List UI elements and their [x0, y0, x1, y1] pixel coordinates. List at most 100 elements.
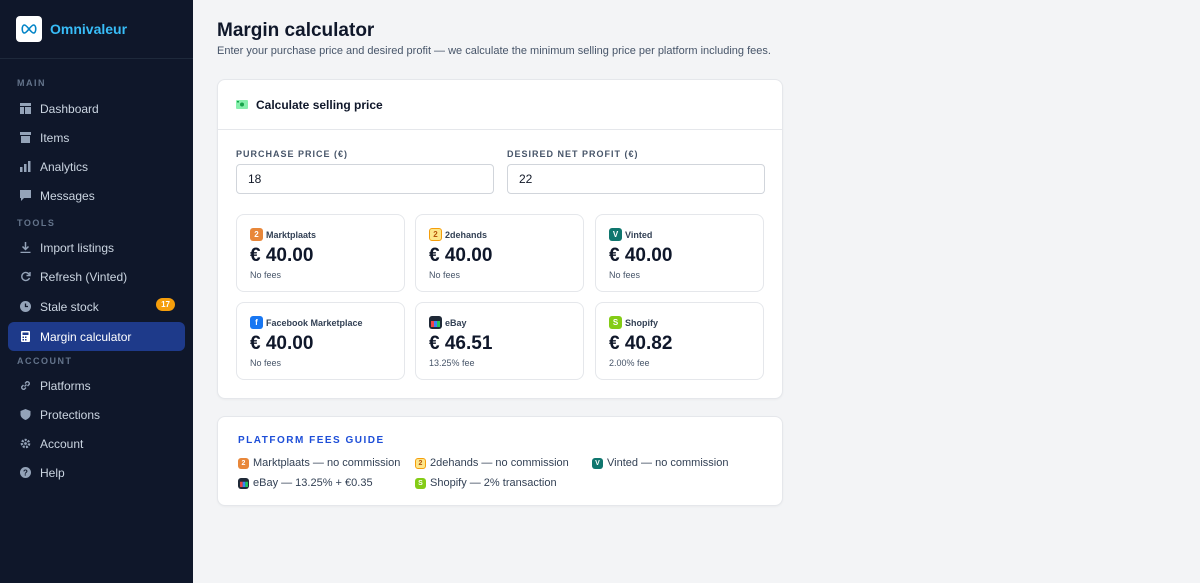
- sidebar-item-label: Protections: [40, 407, 101, 422]
- vinted-icon: V: [592, 457, 603, 469]
- guide-title: PLATFORM FEES GUIDE: [238, 435, 385, 446]
- sidebar-item-stale-stock[interactable]: Stale stock 17: [8, 291, 185, 322]
- money-icon: [236, 100, 248, 109]
- platform-price: € 40.00: [250, 245, 314, 266]
- svg-text:?: ?: [23, 469, 28, 478]
- platform-fee: No fees: [250, 270, 282, 280]
- platform-fee: No fees: [429, 270, 461, 280]
- platform-card-facebook-marketplace: f Facebook Marketplace € 40.00 No fees: [236, 302, 405, 380]
- sidebar-item-account[interactable]: Account: [8, 429, 185, 458]
- clock-icon: [19, 301, 31, 313]
- platform-card-ebay: eBay € 46.51 13.25% fee: [415, 302, 584, 380]
- platform-price: € 46.51: [429, 333, 493, 354]
- sidebar-item-protections[interactable]: Protections: [8, 400, 185, 429]
- sidebar-item-margin-calculator[interactable]: Margin calculator: [8, 322, 185, 351]
- platform-card-vinted: V Vinted € 40.00 No fees: [595, 214, 764, 292]
- purchase-price-label: PURCHASE PRICE (€): [236, 149, 349, 159]
- desired-profit-label: DESIRED NET PROFIT (€): [507, 149, 639, 159]
- sidebar-item-label: Platforms: [40, 378, 91, 393]
- guide-item-text: 2dehands — no commission: [430, 457, 569, 469]
- infinity-logo-icon: [16, 16, 42, 42]
- ebay-icon: [429, 316, 442, 329]
- vinted-icon: V: [609, 228, 622, 241]
- platform-name: Marktplaats: [266, 229, 317, 240]
- section-label-main: MAIN: [17, 78, 46, 88]
- link-icon: [19, 380, 31, 392]
- shield-icon: [19, 409, 31, 421]
- guide-item-2dehands: 2 2dehands — no commission: [415, 457, 569, 469]
- platform-fee: 13.25% fee: [429, 358, 475, 368]
- box-icon: [19, 132, 31, 144]
- sidebar-item-items[interactable]: Items: [8, 123, 185, 152]
- platform-price: € 40.00: [429, 245, 493, 266]
- platform-fees-guide-card: PLATFORM FEES GUIDE 2 Marktplaats — no co…: [217, 416, 783, 506]
- page-title: Margin calculator: [217, 20, 375, 41]
- sidebar-item-label: Refresh (Vinted): [40, 269, 128, 284]
- sidebar-item-label: Account: [40, 436, 84, 451]
- sidebar-item-help[interactable]: ? Help: [8, 458, 185, 487]
- help-icon: ?: [19, 467, 31, 479]
- platform-card-marktplaats: 2 Marktplaats € 40.00 No fees: [236, 214, 405, 292]
- sidebar-item-label: Margin calculator: [40, 329, 132, 344]
- sidebar-item-label: Import listings: [40, 240, 115, 255]
- bar-chart-icon: [19, 161, 31, 173]
- sidebar-item-platforms[interactable]: Platforms: [8, 371, 185, 400]
- download-icon: [19, 242, 31, 254]
- sidebar-item-import-listings[interactable]: Import listings: [8, 233, 185, 262]
- platform-card-2dehands: 2 2dehands € 40.00 No fees: [415, 214, 584, 292]
- platform-name: Shopify: [625, 317, 658, 328]
- platform-name: 2dehands: [445, 229, 488, 240]
- guide-item-text: Shopify — 2% transaction: [430, 477, 557, 489]
- sidebar-item-label: Analytics: [40, 159, 89, 174]
- guide-item-shopify: S Shopify — 2% transaction: [415, 477, 557, 489]
- calculator-title: Calculate selling price: [256, 97, 383, 112]
- section-label-tools: TOOLS: [17, 218, 56, 228]
- sidebar-item-label: Items: [40, 130, 70, 145]
- marktplaats-icon: 2: [250, 228, 263, 241]
- platform-fee: No fees: [609, 270, 641, 280]
- facebook-icon: f: [250, 316, 263, 329]
- guide-item-text: Marktplaats — no commission: [253, 457, 401, 469]
- platform-name: eBay: [445, 317, 467, 328]
- settings-icon: [19, 438, 31, 450]
- sidebar-item-label: Stale stock: [40, 299, 99, 314]
- sidebar: Omnivaleur MAIN Dashboard Items Analytic…: [0, 0, 193, 583]
- app-name: Omnivaleur: [50, 21, 128, 37]
- sidebar-item-dashboard[interactable]: Dashboard: [8, 94, 185, 123]
- platform-card-shopify: S Shopify € 40.82 2.00% fee: [595, 302, 764, 380]
- sidebar-item-label: Messages: [40, 188, 95, 203]
- platform-fee: No fees: [250, 358, 282, 368]
- sidebar-item-label: Help: [40, 465, 65, 480]
- 2dehands-icon: 2: [429, 228, 442, 241]
- guide-item-ebay: eBay — 13.25% + €0.35: [238, 477, 373, 489]
- 2dehands-icon: 2: [415, 457, 426, 469]
- platform-fee: 2.00% fee: [609, 358, 650, 368]
- dashboard-icon: [19, 103, 31, 115]
- platform-name: Facebook Marketplace: [266, 317, 363, 328]
- desired-profit-input[interactable]: 22: [507, 164, 765, 194]
- brand[interactable]: Omnivaleur: [0, 0, 193, 59]
- platform-price: € 40.82: [609, 333, 673, 354]
- purchase-price-input[interactable]: 18: [236, 164, 494, 194]
- platform-price: € 40.00: [609, 245, 673, 266]
- marktplaats-icon: 2: [238, 457, 249, 469]
- sidebar-item-messages[interactable]: Messages: [8, 181, 185, 210]
- platform-price: € 40.00: [250, 333, 314, 354]
- section-label-account: ACCOUNT: [17, 356, 73, 366]
- ebay-icon: [238, 477, 249, 489]
- shopify-icon: S: [415, 477, 426, 489]
- calculator-card-header: Calculate selling price: [218, 80, 782, 130]
- stale-stock-count-badge: 17: [156, 298, 175, 311]
- calculator-card: Calculate selling price PURCHASE PRICE (…: [217, 79, 783, 399]
- sidebar-item-refresh-vinted[interactable]: Refresh (Vinted): [8, 262, 185, 291]
- shopify-icon: S: [609, 316, 622, 329]
- guide-item-text: eBay — 13.25% + €0.35: [253, 477, 373, 489]
- page-subtitle: Enter your purchase price and desired pr…: [217, 45, 771, 57]
- guide-item-text: Vinted — no commission: [607, 457, 729, 469]
- platform-name: Vinted: [625, 229, 653, 240]
- refresh-icon: [19, 271, 31, 283]
- sidebar-item-label: Dashboard: [40, 101, 99, 116]
- calculator-icon: [19, 331, 31, 343]
- guide-item-vinted: V Vinted — no commission: [592, 457, 728, 469]
- sidebar-item-analytics[interactable]: Analytics: [8, 152, 185, 181]
